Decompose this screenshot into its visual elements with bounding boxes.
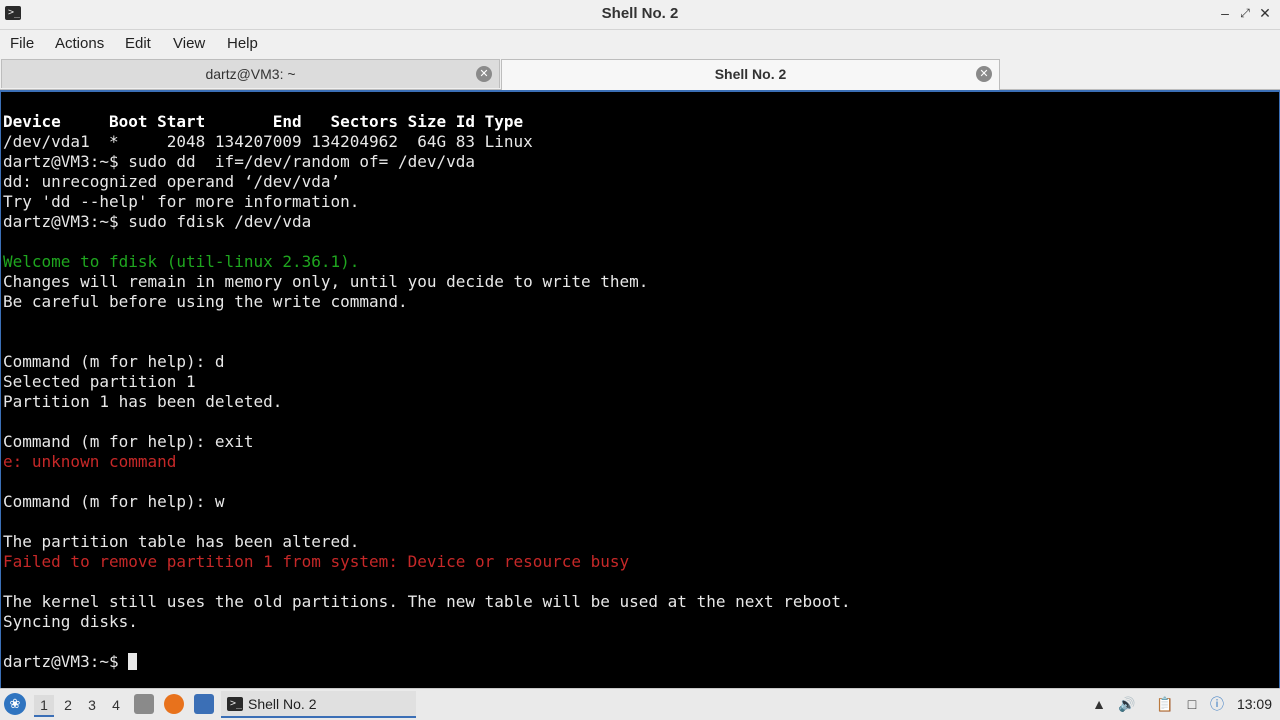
tab-label: dartz@VM3: ~ bbox=[205, 66, 296, 82]
terminal-line: Selected partition 1 bbox=[3, 372, 196, 391]
terminal-line: Device Boot Start End Sectors Size Id Ty… bbox=[3, 112, 524, 131]
menu-view[interactable]: View bbox=[173, 35, 205, 52]
terminal-line: dd: unrecognized operand ‘/dev/vda’ bbox=[3, 172, 341, 191]
menu-edit[interactable]: Edit bbox=[125, 35, 151, 52]
terminal-prompt-line[interactable]: dartz@VM3:~$ bbox=[3, 652, 138, 672]
terminal-line: Changes will remain in memory only, unti… bbox=[3, 272, 649, 291]
window-title: Shell No. 2 bbox=[601, 5, 679, 22]
close-icon[interactable]: ✕ bbox=[1256, 4, 1274, 22]
tab-close-icon[interactable]: ✕ bbox=[476, 66, 492, 82]
terminal-line: Syncing disks. bbox=[3, 612, 138, 631]
taskbar: ❀ 1 2 3 4 >_ Shell No. 2 ▲ 🔊 📋 □ ⓘ 13:09 bbox=[0, 688, 1280, 720]
terminal-line: The partition table has been altered. bbox=[3, 532, 360, 551]
terminal-line: The kernel still uses the old partitions… bbox=[3, 592, 851, 611]
terminal-line: /dev/vda1 * 2048 134207009 134204962 64G… bbox=[3, 132, 533, 151]
menu-actions[interactable]: Actions bbox=[55, 35, 104, 52]
update-notifier-icon[interactable]: ⓘ bbox=[1208, 695, 1226, 713]
terminal-line: dartz@VM3:~$ sudo fdisk /dev/vda bbox=[3, 212, 312, 231]
firefox-icon[interactable] bbox=[164, 694, 184, 714]
terminal-line: Welcome to fdisk (util-linux 2.36.1). bbox=[3, 252, 360, 271]
desktop-icon[interactable] bbox=[194, 694, 214, 714]
workspace-3[interactable]: 3 bbox=[82, 695, 102, 715]
tab-bar: dartz@VM3: ~ ✕ Shell No. 2 ✕ bbox=[0, 58, 1280, 90]
terminal-line: Failed to remove partition 1 from system… bbox=[3, 552, 630, 571]
maximize-icon[interactable]: ⤢ bbox=[1236, 4, 1254, 22]
terminal-output[interactable]: Device Boot Start End Sectors Size Id Ty… bbox=[0, 90, 1280, 689]
task-label: Shell No. 2 bbox=[248, 696, 317, 712]
file-manager-icon[interactable] bbox=[134, 694, 154, 714]
tab-label: Shell No. 2 bbox=[714, 66, 787, 82]
network-icon[interactable]: □ bbox=[1183, 695, 1201, 713]
menu-bar: File Actions Edit View Help bbox=[0, 30, 1280, 58]
task-shell-no-2[interactable]: >_ Shell No. 2 bbox=[221, 691, 416, 718]
clipboard-icon[interactable]: 📋 bbox=[1156, 695, 1174, 713]
terminal-prompt: dartz@VM3:~$ bbox=[3, 652, 129, 671]
menu-help[interactable]: Help bbox=[227, 35, 258, 52]
volume-icon[interactable]: 🔊 bbox=[1118, 695, 1136, 713]
terminal-line: Command (m for help): w bbox=[3, 492, 225, 511]
terminal-line: Partition 1 has been deleted. bbox=[3, 392, 283, 411]
start-menu-icon[interactable]: ❀ bbox=[4, 693, 26, 715]
minimize-icon[interactable]: – bbox=[1216, 4, 1234, 22]
workspace-4[interactable]: 4 bbox=[106, 695, 126, 715]
terminal-line: Be careful before using the write comman… bbox=[3, 292, 408, 311]
terminal-cursor bbox=[128, 653, 138, 670]
terminal-line: Try 'dd --help' for more information. bbox=[3, 192, 360, 211]
terminal-line: e: unknown command bbox=[3, 452, 177, 471]
terminal-line: Command (m for help): exit bbox=[3, 432, 254, 451]
workspace-1[interactable]: 1 bbox=[34, 695, 54, 717]
tab-shell-no-2[interactable]: Shell No. 2 ✕ bbox=[501, 59, 1000, 90]
terminal-line: dartz@VM3:~$ sudo dd if=/dev/random of= … bbox=[3, 152, 476, 171]
tab-dartz-vm3[interactable]: dartz@VM3: ~ ✕ bbox=[1, 59, 500, 88]
workspace-2[interactable]: 2 bbox=[58, 695, 78, 715]
terminal-icon: >_ bbox=[227, 697, 243, 711]
clock[interactable]: 13:09 bbox=[1237, 696, 1272, 712]
tab-close-icon[interactable]: ✕ bbox=[976, 66, 992, 82]
terminal-line: Command (m for help): d bbox=[3, 352, 225, 371]
tray-up-arrow-icon[interactable]: ▲ bbox=[1090, 695, 1108, 713]
menu-file[interactable]: File bbox=[10, 35, 34, 52]
window-titlebar: >_ Shell No. 2 – ⤢ ✕ bbox=[0, 0, 1280, 30]
